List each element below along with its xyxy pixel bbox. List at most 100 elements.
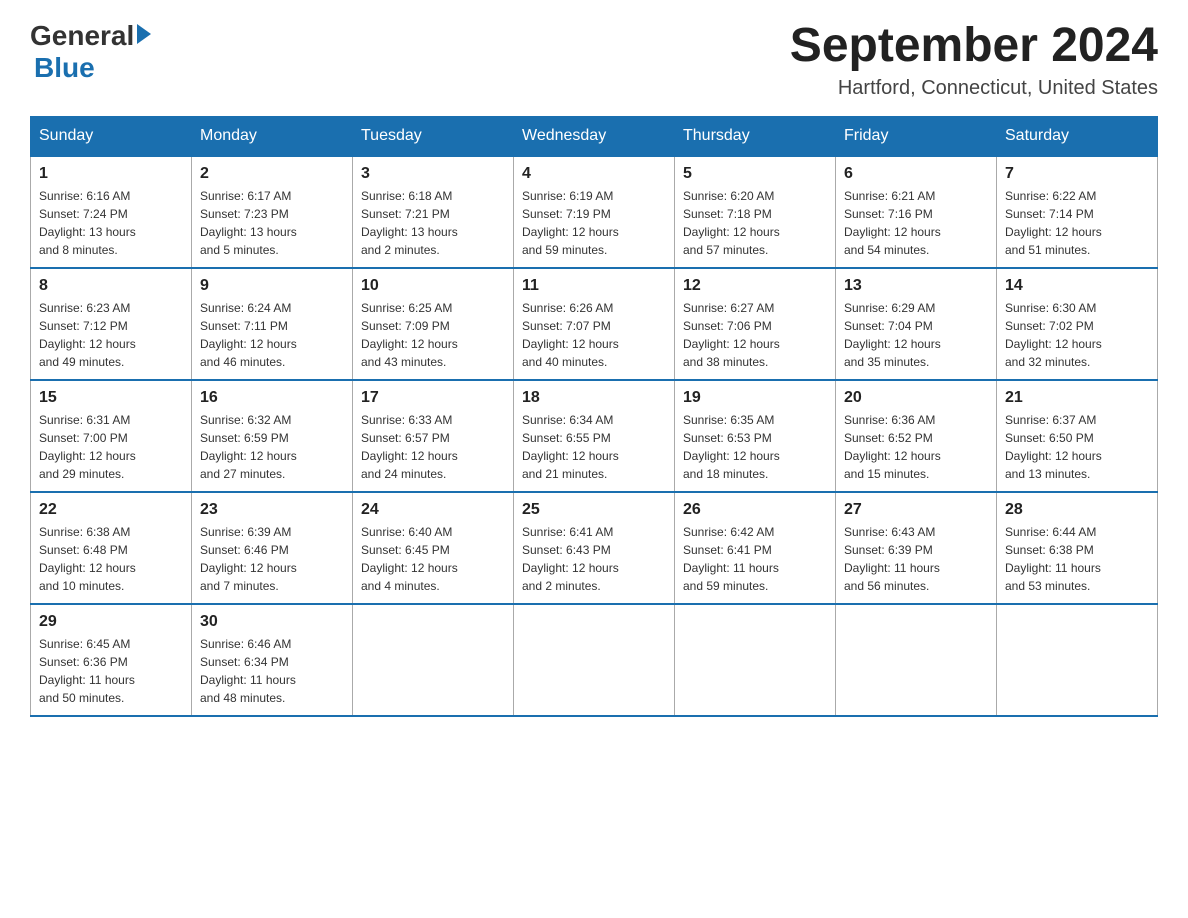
day-number: 22: [39, 501, 183, 519]
day-number: 28: [1005, 501, 1149, 519]
day-info: Sunrise: 6:45 AMSunset: 6:36 PMDaylight:…: [39, 635, 183, 707]
table-row: 24 Sunrise: 6:40 AMSunset: 6:45 PMDayligh…: [353, 492, 514, 604]
day-number: 21: [1005, 389, 1149, 407]
day-number: 27: [844, 501, 988, 519]
table-row: 30 Sunrise: 6:46 AMSunset: 6:34 PMDayligh…: [192, 604, 353, 716]
day-number: 17: [361, 389, 505, 407]
day-info: Sunrise: 6:21 AMSunset: 7:16 PMDaylight:…: [844, 187, 988, 259]
logo-arrow-icon: [137, 24, 151, 44]
day-info: Sunrise: 6:42 AMSunset: 6:41 PMDaylight:…: [683, 523, 827, 595]
day-info: Sunrise: 6:41 AMSunset: 6:43 PMDaylight:…: [522, 523, 666, 595]
day-number: 30: [200, 613, 344, 631]
day-info: Sunrise: 6:40 AMSunset: 6:45 PMDaylight:…: [361, 523, 505, 595]
month-year-title: September 2024: [790, 20, 1158, 73]
day-info: Sunrise: 6:46 AMSunset: 6:34 PMDaylight:…: [200, 635, 344, 707]
day-number: 4: [522, 165, 666, 183]
table-row: 3 Sunrise: 6:18 AMSunset: 7:21 PMDaylight…: [353, 156, 514, 268]
day-number: 18: [522, 389, 666, 407]
day-number: 26: [683, 501, 827, 519]
location-subtitle: Hartford, Connecticut, United States: [790, 77, 1158, 100]
day-info: Sunrise: 6:26 AMSunset: 7:07 PMDaylight:…: [522, 299, 666, 371]
logo: General Blue: [30, 20, 151, 84]
table-row: 19Sunrise: 6:35 AMSunset: 6:53 PMDayligh…: [675, 380, 836, 492]
day-info: Sunrise: 6:30 AMSunset: 7:02 PMDaylight:…: [1005, 299, 1149, 371]
day-info: Sunrise: 6:39 AMSunset: 6:46 PMDaylight:…: [200, 523, 344, 595]
col-tuesday: Tuesday: [353, 116, 514, 156]
day-info: Sunrise: 6:27 AMSunset: 7:06 PMDaylight:…: [683, 299, 827, 371]
day-info: Sunrise: 6:17 AMSunset: 7:23 PMDaylight:…: [200, 187, 344, 259]
logo-general-text: General: [30, 20, 134, 52]
table-row: 2Sunrise: 6:17 AMSunset: 7:23 PMDaylight…: [192, 156, 353, 268]
table-row: [997, 604, 1158, 716]
table-row: 8 Sunrise: 6:23 AMSunset: 7:12 PMDaylight…: [31, 268, 192, 380]
table-row: 17Sunrise: 6:33 AMSunset: 6:57 PMDayligh…: [353, 380, 514, 492]
day-info: Sunrise: 6:18 AMSunset: 7:21 PMDaylight:…: [361, 187, 505, 259]
calendar-week-row: 8 Sunrise: 6:23 AMSunset: 7:12 PMDaylight…: [31, 268, 1158, 380]
day-number: 7: [1005, 165, 1149, 183]
day-info: Sunrise: 6:24 AMSunset: 7:11 PMDaylight:…: [200, 299, 344, 371]
day-number: 6: [844, 165, 988, 183]
table-row: 29 Sunrise: 6:45 AMSunset: 6:36 PMDayligh…: [31, 604, 192, 716]
day-number: 24: [361, 501, 505, 519]
day-number: 16: [200, 389, 344, 407]
day-number: 8: [39, 277, 183, 295]
table-row: 13 Sunrise: 6:29 AMSunset: 7:04 PMDayligh…: [836, 268, 997, 380]
day-info: Sunrise: 6:32 AMSunset: 6:59 PMDaylight:…: [200, 411, 344, 483]
table-row: 20 Sunrise: 6:36 AMSunset: 6:52 PMDayligh…: [836, 380, 997, 492]
table-row: 16 Sunrise: 6:32 AMSunset: 6:59 PMDayligh…: [192, 380, 353, 492]
day-info: Sunrise: 6:23 AMSunset: 7:12 PMDaylight:…: [39, 299, 183, 371]
day-number: 14: [1005, 277, 1149, 295]
table-row: 4 Sunrise: 6:19 AMSunset: 7:19 PMDaylight…: [514, 156, 675, 268]
table-row: 9 Sunrise: 6:24 AMSunset: 7:11 PMDaylight…: [192, 268, 353, 380]
day-number: 25: [522, 501, 666, 519]
calendar-header-row: Sunday Monday Tuesday Wednesday Thursday…: [31, 116, 1158, 156]
day-number: 13: [844, 277, 988, 295]
day-info: Sunrise: 6:44 AMSunset: 6:38 PMDaylight:…: [1005, 523, 1149, 595]
day-info: Sunrise: 6:37 AMSunset: 6:50 PMDaylight:…: [1005, 411, 1149, 483]
calendar-week-row: 15 Sunrise: 6:31 AMSunset: 7:00 PMDayligh…: [31, 380, 1158, 492]
table-row: 15 Sunrise: 6:31 AMSunset: 7:00 PMDayligh…: [31, 380, 192, 492]
day-number: 3: [361, 165, 505, 183]
day-number: 11: [522, 277, 666, 295]
table-row: 26 Sunrise: 6:42 AMSunset: 6:41 PMDayligh…: [675, 492, 836, 604]
table-row: 7 Sunrise: 6:22 AMSunset: 7:14 PMDaylight…: [997, 156, 1158, 268]
table-row: 27 Sunrise: 6:43 AMSunset: 6:39 PMDayligh…: [836, 492, 997, 604]
day-number: 5: [683, 165, 827, 183]
day-info: Sunrise: 6:29 AMSunset: 7:04 PMDaylight:…: [844, 299, 988, 371]
table-row: 22 Sunrise: 6:38 AMSunset: 6:48 PMDayligh…: [31, 492, 192, 604]
day-info: Sunrise: 6:19 AMSunset: 7:19 PMDaylight:…: [522, 187, 666, 259]
table-row: 12 Sunrise: 6:27 AMSunset: 7:06 PMDayligh…: [675, 268, 836, 380]
header: General Blue September 2024 Hartford, Co…: [30, 20, 1158, 100]
calendar-table: Sunday Monday Tuesday Wednesday Thursday…: [30, 116, 1158, 717]
day-number: 12: [683, 277, 827, 295]
day-number: 1: [39, 165, 183, 183]
calendar-week-row: 22 Sunrise: 6:38 AMSunset: 6:48 PMDayligh…: [31, 492, 1158, 604]
table-row: [675, 604, 836, 716]
table-row: 6 Sunrise: 6:21 AMSunset: 7:16 PMDaylight…: [836, 156, 997, 268]
day-number: 10: [361, 277, 505, 295]
day-info: Sunrise: 6:38 AMSunset: 6:48 PMDaylight:…: [39, 523, 183, 595]
day-info: Sunrise: 6:36 AMSunset: 6:52 PMDaylight:…: [844, 411, 988, 483]
table-row: [353, 604, 514, 716]
day-info: Sunrise: 6:43 AMSunset: 6:39 PMDaylight:…: [844, 523, 988, 595]
table-row: [514, 604, 675, 716]
table-row: 25 Sunrise: 6:41 AMSunset: 6:43 PMDayligh…: [514, 492, 675, 604]
col-wednesday: Wednesday: [514, 116, 675, 156]
day-info: Sunrise: 6:16 AMSunset: 7:24 PMDaylight:…: [39, 187, 183, 259]
table-row: 23Sunrise: 6:39 AMSunset: 6:46 PMDayligh…: [192, 492, 353, 604]
col-monday: Monday: [192, 116, 353, 156]
day-number: 9: [200, 277, 344, 295]
table-row: 10 Sunrise: 6:25 AMSunset: 7:09 PMDayligh…: [353, 268, 514, 380]
calendar-week-row: 1 Sunrise: 6:16 AMSunset: 7:24 PMDaylight…: [31, 156, 1158, 268]
day-number: 15: [39, 389, 183, 407]
day-info: Sunrise: 6:25 AMSunset: 7:09 PMDaylight:…: [361, 299, 505, 371]
day-number: 20: [844, 389, 988, 407]
table-row: 11 Sunrise: 6:26 AMSunset: 7:07 PMDayligh…: [514, 268, 675, 380]
day-number: 29: [39, 613, 183, 631]
calendar-week-row: 29 Sunrise: 6:45 AMSunset: 6:36 PMDayligh…: [31, 604, 1158, 716]
day-info: Sunrise: 6:22 AMSunset: 7:14 PMDaylight:…: [1005, 187, 1149, 259]
day-info: Sunrise: 6:34 AMSunset: 6:55 PMDaylight:…: [522, 411, 666, 483]
day-info: Sunrise: 6:31 AMSunset: 7:00 PMDaylight:…: [39, 411, 183, 483]
col-friday: Friday: [836, 116, 997, 156]
day-info: Sunrise: 6:20 AMSunset: 7:18 PMDaylight:…: [683, 187, 827, 259]
